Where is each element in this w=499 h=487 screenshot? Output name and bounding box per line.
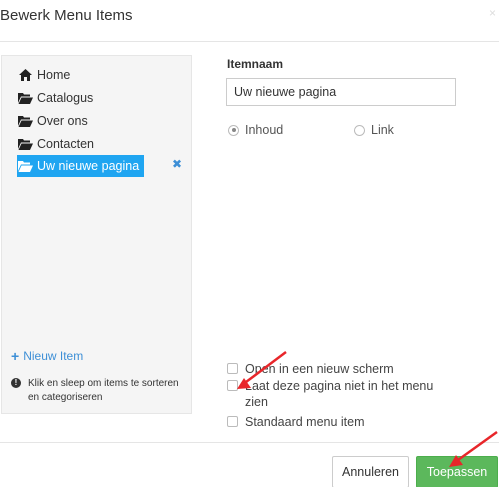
checkbox-label: Laat deze pagina niet in het menu zien [245,379,434,409]
folder-open-icon [17,114,33,128]
checkbox-label: Standaard menu item [245,415,365,429]
plus-icon: + [11,348,20,364]
checkbox-box [227,380,238,391]
tree-item-label: Over ons [37,113,88,128]
checkbox-label: Open in een nieuw scherm [245,362,394,376]
checkbox-open-new-window[interactable]: Open in een nieuw scherm [227,361,447,377]
item-name-label: Itemnaam [227,57,284,71]
radio-link[interactable]: Link [354,123,394,137]
radio-label: Inhoud [245,123,284,137]
folder-open-icon [17,91,33,105]
radio-label: Link [371,123,394,137]
new-item-button[interactable]: + Nieuw Item [11,348,83,364]
edit-menu-items-dialog: Bewerk Menu Items × Home Catalogus Over … [0,0,499,487]
checkbox-hide-from-menu[interactable]: Laat deze pagina niet in het menu zien [227,378,467,410]
tree-item-label: Uw nieuwe pagina [37,159,140,173]
checkbox-box [227,363,238,374]
dialog-title: Bewerk Menu Items [0,7,133,24]
item-name-input[interactable] [226,78,456,106]
tree-item-label: Home [37,67,71,82]
drag-hint-text: Klik en sleep om items te sorteren en ca… [28,378,179,403]
tree-item-over-ons[interactable]: Over ons [17,110,88,131]
folder-open-icon [17,159,33,173]
info-icon: ! [11,378,21,388]
home-icon [17,68,33,82]
tree-item-uw-nieuwe-pagina[interactable]: Uw nieuwe pagina [17,155,144,177]
checkbox-box [227,416,238,427]
tree-item-label: Contacten [37,136,94,151]
tree-item-catalogus[interactable]: Catalogus [17,87,93,108]
checkbox-default-menu-item[interactable]: Standaard menu item [227,414,447,430]
folder-open-icon [17,137,33,151]
apply-button[interactable]: Toepassen [416,456,498,487]
tree-item-contacten[interactable]: Contacten [17,133,94,154]
tree-item-home[interactable]: Home [17,64,70,85]
close-icon[interactable]: × [489,6,496,20]
radio-inhoud[interactable]: Inhoud [228,123,283,137]
cancel-button[interactable]: Annuleren [332,456,409,487]
dialog-header: Bewerk Menu Items × [0,0,499,42]
tree-item-label: Catalogus [37,90,94,105]
radio-circle [354,124,365,136]
new-item-label: Nieuw Item [23,349,84,363]
radio-circle [228,124,239,136]
remove-item-icon[interactable]: ✖ [172,157,182,171]
